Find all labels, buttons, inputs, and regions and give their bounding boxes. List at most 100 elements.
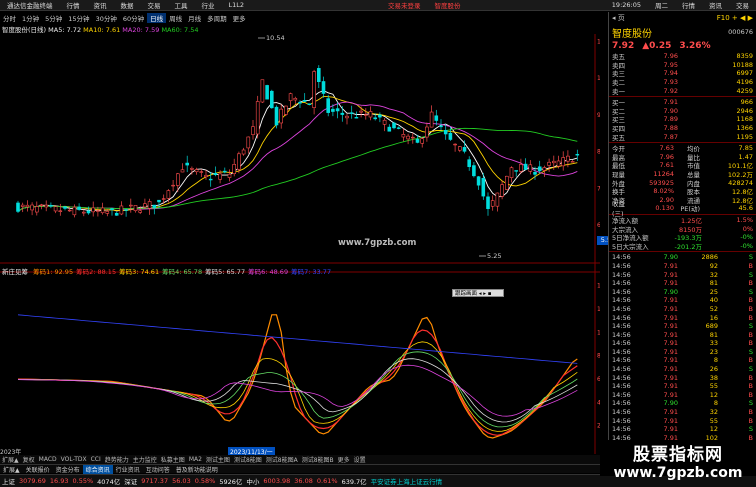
candle-body [279,108,284,124]
flow-pct: -0% [740,233,753,242]
sell-order-row: 卖一 7.92 4259 [609,86,756,96]
candle-body [96,210,100,212]
top-right-hq[interactable]: 行情 [675,0,702,10]
indicator-tab[interactable]: 设置 [352,455,368,464]
indicator-tab[interactable]: 私募主图 [159,455,187,464]
candle-body [34,206,39,213]
f10-button[interactable]: F10 + ◀ ▶ [717,14,753,22]
info-tab[interactable]: 关联报价 [23,465,53,474]
candle-body [82,211,86,214]
stat-value: 7.63 [659,144,674,153]
indicator-tab[interactable]: MACD [37,456,59,463]
indicator-line [17,341,578,432]
indicator-tab[interactable]: 测试8能图 [232,455,264,464]
period-60min[interactable]: 60分钟 [120,13,147,23]
tracking-tooltip[interactable]: 跟踪画面 ◂ ▸ ▪ [452,289,504,297]
candle-body [194,169,199,173]
sz-value: 9717.37 [141,477,169,485]
candle-body [20,204,25,207]
candle-body [237,153,241,170]
tick-row: 14:56 7.91 33 B [609,339,756,348]
info-tab[interactable]: 资金分布 [53,465,83,474]
menu-sj[interactable]: 数据 [114,0,141,10]
zx-pct: 0.61% [316,477,338,485]
candle-body [77,206,81,210]
candle-body [335,108,340,112]
quote-panel-header: ◂ 页 F10 + ◀ ▶ [609,12,756,24]
period-fenshi[interactable]: 分时 [0,13,19,23]
sz-label: 深证 [124,478,138,486]
candle-body [481,177,486,197]
period-5min[interactable]: 5分钟 [42,13,65,23]
candle-body [453,143,457,146]
indicator-tab[interactable]: MA2 [187,456,204,463]
indicator-tab[interactable]: 更多 [336,455,352,464]
top-right-zx[interactable]: 资讯 [702,0,729,10]
candle-body [434,115,439,121]
indicator-tab[interactable]: 主力监控 [131,455,159,464]
menu-hy[interactable]: 行业 [195,0,222,10]
info-tab[interactable]: 综合资讯 [82,464,113,474]
order-price: 7.90 [663,106,678,115]
zx-change: 36.08 [294,477,313,485]
candle-body [316,68,321,83]
login-status[interactable]: 交易未登录 [381,0,428,10]
candle-body [25,204,30,208]
price-axis-label: 10.00 [597,75,600,82]
menu-zx[interactable]: 资讯 [87,0,114,10]
tick-price: 7.91 [663,261,678,270]
tick-row: 14:56 7.91 55 B [609,382,756,391]
candle-body [293,97,298,101]
info-tab[interactable]: 普及新功能说明 [173,465,221,474]
indicator-axis-label: 100.00 [597,329,600,336]
candle-body [575,154,580,156]
tick-time: 14:56 [612,416,631,425]
info-tab[interactable]: 行业资讯 [113,465,143,474]
period-day[interactable]: 日线 [147,12,167,23]
period-week[interactable]: 周线 [166,13,185,23]
period-multi[interactable]: 多周期 [204,13,230,23]
tick-time: 14:56 [612,304,631,313]
tick-volume: 23 [709,347,718,356]
info-tab[interactable]: 互动问答 [143,465,173,474]
period-15min[interactable]: 15分钟 [65,13,92,23]
candle-body [185,162,189,166]
order-volume: 10188 [732,60,753,69]
candle-body [152,204,157,208]
high-annotation: 10.54 [266,34,285,42]
indicator-tab[interactable]: 测试8能图A [264,455,300,464]
ma20-label: MA20: 7.59 [122,26,160,34]
candle-body [467,159,472,168]
order-volume: 1195 [736,132,753,141]
page-nav[interactable]: ◂ 页 [612,13,625,23]
tick-list[interactable]: 14:56 7.90 2886 S 14:56 7.91 92 B 14:56 7.91 32 S 14… [609,253,756,451]
indicator-tab[interactable]: CCI [89,456,103,463]
top-right-jy[interactable]: 交易 [729,0,756,10]
candle-body [63,206,67,209]
candle-body [378,114,382,118]
sz-change: 56.03 [172,477,191,485]
info-tab[interactable]: 扩展▲ [0,465,23,474]
tick-row: 14:56 7.91 26 S [609,365,756,374]
order-volume: 8359 [736,52,753,61]
indicator-tab[interactable]: 趋势能力 [103,455,131,464]
period-more[interactable]: 更多 [230,13,249,23]
menu-gj[interactable]: 工具 [168,0,195,10]
order-volume: 1168 [736,115,753,124]
period-1min[interactable]: 1分钟 [19,13,42,23]
stat-value2: 45.6 [738,204,753,213]
kline-chart-area[interactable]: 11.00 10.00 9.00 8.00 7.00 6.00 140.00 120.00 10… [0,34,600,454]
menu-l1l2[interactable]: L1L2 [222,1,252,9]
period-30min[interactable]: 30分钟 [93,13,120,23]
menu-jy[interactable]: 交易 [141,0,168,10]
quote-stats: 今开 7.63 均价 7.85 最高 7.96 量比 1.47 最低 7.61 市值 101.1亿 现量… [609,144,756,218]
indicator-tab[interactable]: 测试主图 [204,455,232,464]
indicator-tab[interactable]: 复权 [21,455,37,464]
period-month[interactable]: 月线 [185,13,204,23]
candle-body [561,157,566,167]
indicator-tab[interactable]: 测试8能图B [300,455,336,464]
menu-hq[interactable]: 行情 [60,0,87,10]
indicator-tab[interactable]: 扩展▲ [0,455,21,464]
indicator-tab[interactable]: VOL-TDX [59,456,89,463]
ma10-label: MA10: 7.61 [83,26,121,34]
